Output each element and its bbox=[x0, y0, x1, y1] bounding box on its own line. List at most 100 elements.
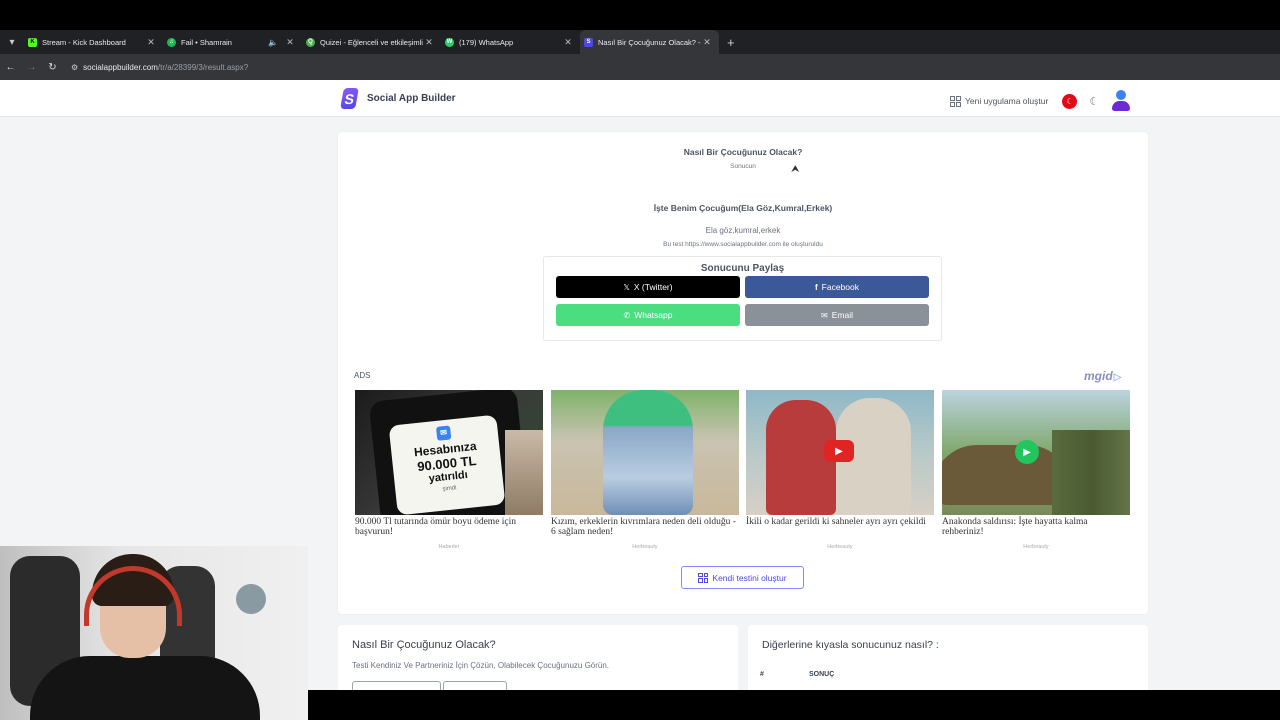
ad-source: Herbeauty bbox=[632, 544, 658, 550]
ad-item[interactable]: ▶ İkili o kadar gerildi ki sahneler ayrı… bbox=[746, 390, 934, 550]
browser-tab-active[interactable]: S Nasıl Bir Çocuğunuz Olacak? - S ✕ bbox=[580, 30, 719, 54]
tab-search-chevron-icon[interactable]: ▾ bbox=[0, 30, 24, 54]
share-email-label: Email bbox=[831, 310, 853, 320]
share-email-button[interactable]: ✉ Email bbox=[745, 304, 929, 326]
wall-decoration bbox=[236, 584, 266, 614]
ad-image[interactable]: ▶ bbox=[746, 390, 934, 515]
ad-image[interactable] bbox=[551, 390, 739, 515]
share-title: Sonucunu Paylaş bbox=[700, 263, 785, 274]
ad-item[interactable]: ▶ Anakonda saldırısı: İşte hayatta kalma… bbox=[942, 390, 1130, 550]
quiz-info-title: Nasıl Bir Çocuğunuz Olacak? bbox=[352, 639, 496, 651]
kick-favicon-icon: K bbox=[28, 37, 37, 47]
browser-tab[interactable]: Q Quizei - Eğlenceli ve etkileşimli ✕ bbox=[302, 30, 441, 54]
ad-title[interactable]: İkili o kadar gerildi ki sahneler ayrı a… bbox=[746, 517, 934, 539]
result-title: İşte Benim Çocuğum(Ela Göz,Kumral,Erkek) bbox=[653, 203, 833, 213]
logo-s-icon: S bbox=[340, 88, 359, 109]
share-facebook-label: Facebook bbox=[821, 282, 859, 292]
back-arrow-icon[interactable]: ← bbox=[0, 62, 21, 73]
facebook-icon: f bbox=[814, 282, 818, 292]
x-logo-icon: 𝕏 bbox=[623, 282, 630, 292]
quizei-favicon-icon: Q bbox=[306, 37, 315, 47]
whatsapp-icon: ✆ bbox=[623, 310, 631, 320]
quiz-action-button[interactable] bbox=[352, 681, 441, 690]
tab-title: Stream - Kick Dashboard bbox=[42, 37, 126, 47]
ad-source: Herbeauty bbox=[827, 544, 853, 550]
ad-item[interactable]: Kızım, erkeklerin kıvrımlara neden deli … bbox=[551, 390, 739, 550]
quiz-action-button[interactable] bbox=[443, 681, 507, 690]
screen-bottom-black-bar bbox=[308, 690, 1280, 720]
share-twitter-label: X (Twitter) bbox=[633, 282, 673, 292]
streamer-webcam-overlay bbox=[0, 546, 308, 720]
whatsapp-favicon-icon: W bbox=[445, 37, 454, 47]
envelope-icon: ✉ bbox=[821, 310, 828, 320]
brand-logo[interactable]: S Social App Builder bbox=[340, 88, 456, 109]
new-app-link[interactable]: Yeni uygulama oluştur bbox=[965, 96, 1048, 106]
turkey-flag-icon[interactable]: ☾ bbox=[1062, 93, 1078, 109]
browser-address-bar: ← → ↻ ⚙ socialappbuilder.com/tr/a/28399/… bbox=[0, 54, 1280, 80]
result-card: Nasıl Bir Çocuğunuz Olacak? Sonucun ⮝ İş… bbox=[338, 132, 1148, 614]
result-note: Bu test https://www.socialappbuilder.com… bbox=[663, 241, 823, 248]
mgid-text: mgid bbox=[1084, 369, 1113, 383]
url-field[interactable]: ⚙ socialappbuilder.com/tr/a/28399/3/resu… bbox=[71, 63, 248, 72]
table-header-hash: # bbox=[760, 671, 764, 678]
share-twitter-button[interactable]: 𝕏X (Twitter) bbox=[556, 276, 740, 298]
quiz-info-card: Nasıl Bir Çocuğunuz Olacak? Testi Kendin… bbox=[338, 625, 738, 690]
browser-tab[interactable]: ♫ Fail • Shamrain 🔈 ✕ bbox=[163, 30, 302, 54]
ad-source: Haberler bbox=[438, 544, 460, 550]
tab-close-icon[interactable]: ✕ bbox=[701, 37, 713, 48]
dark-mode-moon-icon[interactable]: ☾ bbox=[1089, 95, 1099, 108]
quiz-title: Nasıl Bir Çocuğunuz Olacak? bbox=[683, 147, 803, 157]
new-tab-plus-icon[interactable]: + bbox=[727, 35, 735, 50]
share-whatsapp-button[interactable]: ✆ Whatsapp bbox=[556, 304, 740, 326]
ad-source: Herbeauty bbox=[1023, 544, 1049, 550]
qr-grid-icon bbox=[698, 572, 709, 583]
share-box: Sonucunu Paylaş 𝕏X (Twitter) f Facebook ✆… bbox=[543, 256, 942, 341]
header-actions: Yeni uygulama oluştur ☾ ☾ bbox=[950, 90, 1131, 112]
result-description: Ela göz,kumral,erkek bbox=[705, 226, 781, 235]
tab-close-icon[interactable]: ✕ bbox=[284, 37, 296, 48]
screen-top-black-bar bbox=[0, 0, 1280, 30]
apps-grid-icon bbox=[950, 95, 961, 107]
ad-title[interactable]: Anakonda saldırısı: İşte hayatta kalma r… bbox=[942, 517, 1130, 539]
tab-title: Nasıl Bir Çocuğunuz Olacak? - S bbox=[598, 37, 701, 47]
tab-close-icon[interactable]: ✕ bbox=[562, 37, 574, 48]
tab-close-icon[interactable]: ✕ bbox=[423, 37, 435, 48]
mgid-logo[interactable]: mgid▷ bbox=[1084, 369, 1121, 383]
user-avatar-icon[interactable] bbox=[1111, 90, 1131, 112]
jeans-photo-shape bbox=[603, 390, 693, 515]
reload-icon[interactable]: ↻ bbox=[42, 62, 63, 73]
quiz-subtitle: Sonucun bbox=[730, 163, 756, 170]
speaker-icon[interactable]: 🔈 bbox=[268, 38, 278, 47]
play-icon[interactable]: ▶ bbox=[1015, 440, 1039, 464]
mail-icon: ✉ bbox=[435, 425, 452, 441]
deposit-notification: ✉ Hesabınıza 90.000 TL yatırıldı şimdi bbox=[388, 414, 506, 515]
forward-arrow-icon[interactable]: → bbox=[21, 62, 42, 73]
ad-image[interactable]: ▶ bbox=[942, 390, 1130, 515]
site-settings-icon[interactable]: ⚙ bbox=[71, 63, 78, 72]
photo-people-shape bbox=[1052, 430, 1130, 515]
mouse-cursor-icon: ⮝ bbox=[791, 164, 800, 175]
comparison-card: Diğerlerine kıyasla sonucunuz nasıl? : #… bbox=[748, 625, 1148, 690]
person-body-shape bbox=[30, 656, 260, 720]
banknotes-illustration bbox=[505, 430, 543, 515]
browser-tab[interactable]: W (179) WhatsApp ✕ bbox=[441, 30, 580, 54]
ad-title[interactable]: 90.000 Tl tutarında ömür boyu ödeme için… bbox=[355, 517, 543, 539]
url-path: /tr/a/28399/3/result.aspx? bbox=[157, 62, 249, 72]
share-whatsapp-label: Whatsapp bbox=[634, 310, 673, 320]
create-own-test-button[interactable]: Kendi testini oluştur bbox=[681, 566, 804, 589]
site-header: S Social App Builder Yeni uygulama oluşt… bbox=[0, 80, 1280, 117]
youtube-play-icon[interactable]: ▶ bbox=[824, 440, 854, 462]
tab-title: Quizei - Eğlenceli ve etkileşimli bbox=[320, 37, 423, 47]
create-own-label: Kendi testini oluştur bbox=[712, 572, 787, 583]
tab-close-icon[interactable]: ✕ bbox=[145, 37, 157, 48]
adchoices-icon: ▷ bbox=[1113, 372, 1122, 383]
ad-title[interactable]: Kızım, erkeklerin kıvrımlara neden deli … bbox=[551, 517, 739, 539]
browser-tabstrip: ▾ K Stream - Kick Dashboard ✕ ♫ Fail • S… bbox=[0, 30, 1280, 54]
share-facebook-button[interactable]: f Facebook bbox=[745, 276, 929, 298]
tab-title: Fail • Shamrain bbox=[181, 37, 232, 47]
browser-tab[interactable]: K Stream - Kick Dashboard ✕ bbox=[24, 30, 163, 54]
comparison-title: Diğerlerine kıyasla sonucunuz nasıl? : bbox=[762, 639, 939, 651]
ad-image[interactable]: ✉ Hesabınıza 90.000 TL yatırıldı şimdi bbox=[355, 390, 543, 515]
url-host: socialappbuilder.com bbox=[83, 62, 158, 72]
ad-item[interactable]: ✉ Hesabınıza 90.000 TL yatırıldı şimdi 9… bbox=[355, 390, 543, 550]
